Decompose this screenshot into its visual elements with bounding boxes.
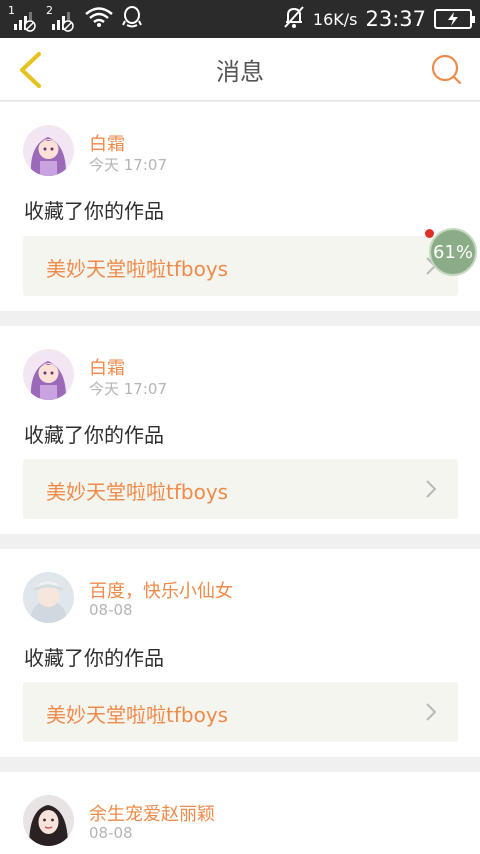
network-speed: 16K/s bbox=[312, 9, 358, 29]
notification-dot bbox=[425, 229, 434, 238]
message-time: 08-08 bbox=[89, 824, 133, 842]
avatar[interactable] bbox=[23, 349, 74, 400]
message-card: 白霜 今天 17:07 收藏了你的作品 美妙天堂啦啦tfboys bbox=[0, 102, 480, 311]
avatar[interactable] bbox=[23, 795, 74, 846]
username[interactable]: 百度，快乐小仙女 bbox=[89, 577, 233, 603]
search-icon bbox=[431, 54, 462, 85]
wifi-icon bbox=[84, 6, 114, 32]
floating-memory-badge[interactable]: 61% bbox=[429, 228, 477, 276]
action-text: 收藏了你的作品 bbox=[24, 423, 164, 447]
chevron-right-icon bbox=[426, 703, 436, 721]
memory-percent: 61% bbox=[432, 241, 473, 263]
message-card: 余生宠爱赵丽颖 08-08 bbox=[0, 772, 480, 854]
battery-charging-icon bbox=[434, 9, 475, 29]
work-title: 美妙天堂啦啦tfboys bbox=[46, 703, 229, 727]
back-button[interactable] bbox=[10, 48, 50, 92]
avatar[interactable] bbox=[23, 572, 74, 623]
action-text: 收藏了你的作品 bbox=[24, 646, 164, 670]
sim2-signal-icon: 2 bbox=[46, 4, 76, 32]
qq-icon bbox=[122, 6, 142, 32]
message-card: 百度，快乐小仙女 08-08 收藏了你的作品 美妙天堂啦啦tfboys bbox=[0, 549, 480, 757]
header-bar: 消息 bbox=[0, 38, 480, 101]
username[interactable]: 白霜 bbox=[89, 354, 125, 380]
work-link[interactable]: 美妙天堂啦啦tfboys bbox=[23, 459, 458, 519]
message-time: 今天 17:07 bbox=[89, 156, 167, 174]
message-card: 白霜 今天 17:07 收藏了你的作品 美妙天堂啦啦tfboys bbox=[0, 326, 480, 534]
message-time: 今天 17:07 bbox=[89, 380, 167, 398]
username[interactable]: 余生宠爱赵丽颖 bbox=[89, 800, 215, 826]
work-link[interactable]: 美妙天堂啦啦tfboys bbox=[23, 236, 458, 296]
chevron-right-icon bbox=[426, 480, 436, 498]
message-time: 08-08 bbox=[89, 601, 133, 619]
work-title: 美妙天堂啦啦tfboys bbox=[46, 257, 229, 281]
mute-bell-icon bbox=[283, 5, 305, 34]
page-title: 消息 bbox=[216, 57, 264, 86]
avatar[interactable] bbox=[23, 125, 74, 176]
clock: 23:37 bbox=[365, 7, 426, 31]
sim1-signal-icon: 1 bbox=[8, 4, 38, 32]
back-chevron-icon bbox=[20, 52, 41, 88]
username[interactable]: 白霜 bbox=[89, 130, 125, 156]
search-button[interactable] bbox=[428, 50, 464, 88]
work-title: 美妙天堂啦啦tfboys bbox=[46, 480, 229, 504]
status-bar: 1 2 16K/s 23:37 bbox=[0, 0, 480, 38]
action-text: 收藏了你的作品 bbox=[24, 199, 164, 223]
work-link[interactable]: 美妙天堂啦啦tfboys bbox=[23, 682, 458, 742]
